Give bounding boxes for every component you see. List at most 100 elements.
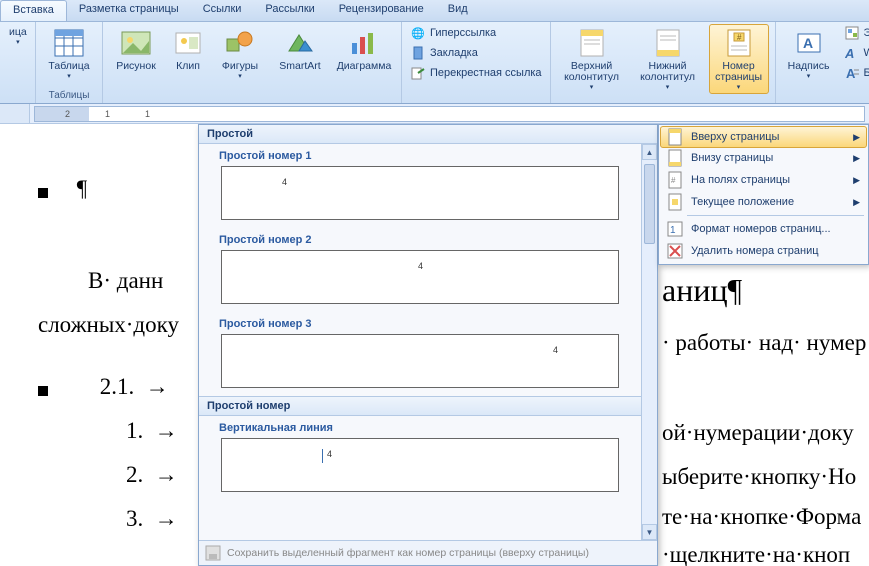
table-icon [53, 27, 85, 59]
tab-ssylki[interactable]: Ссылки [191, 0, 254, 21]
submenu-label: Удалить номера страниц [691, 245, 819, 257]
page-number-submenu: Вверху страницы ▶ Внизу страницы ▶ # На … [658, 124, 869, 265]
preview-page-number: 4 [322, 449, 332, 463]
gallery-item-4[interactable]: Вертикальная линия 4 [199, 416, 657, 500]
table-button[interactable]: Таблица ▾ [42, 24, 96, 83]
gallery-item-2[interactable]: Простой номер 2 4 [199, 228, 657, 312]
svg-text:A: A [845, 46, 854, 60]
gallery-item-title: Вертикальная линия [219, 422, 649, 434]
gallery-section-header: Простой номер [199, 396, 657, 416]
page-top-icon [665, 128, 685, 146]
gallery-save-selection: Сохранить выделенный фрагмент как номер … [199, 540, 657, 565]
submenu-top-of-page[interactable]: Вверху страницы ▶ [660, 126, 867, 148]
shapes-icon [224, 27, 256, 59]
tab-rassylki[interactable]: Рассылки [253, 0, 326, 21]
quickparts-button[interactable]: Экспресс-б [842, 24, 869, 42]
submenu-label: На полях страницы [691, 174, 790, 186]
doc-text: ыберите·кнопку·Но [662, 464, 856, 490]
submenu-page-margins[interactable]: # На полях страницы ▶ [661, 169, 866, 191]
wordart-button[interactable]: A WordArt [842, 44, 869, 62]
gallery-item-title: Простой номер 1 [219, 150, 649, 162]
tab-vid[interactable]: Вид [436, 0, 480, 21]
doc-text: аниц¶ [662, 272, 742, 309]
document-area[interactable]: ¶ В· данн сложных·доку 2.1. → 1. → 2. → … [0, 124, 869, 566]
shapes-button[interactable]: Фигуры ▾ [213, 24, 267, 83]
doc-text: ой·нумерации·доку [662, 420, 854, 446]
submenu-label: Формат номеров страниц... [691, 223, 831, 235]
preview-page-number: 4 [553, 345, 558, 355]
table-label: Таблица [48, 61, 89, 72]
header-icon [576, 27, 608, 59]
tab-arrow: → [155, 506, 178, 531]
tab-arrow: → [155, 418, 178, 443]
group-tables-label: Таблицы [42, 90, 96, 102]
list-number: 2.1. [100, 374, 135, 399]
svg-text:1: 1 [670, 225, 676, 236]
pilcrow: ¶ [77, 176, 87, 201]
doc-text: сложных·доку [38, 312, 179, 337]
crossref-button[interactable]: Перекрестная ссылка [408, 64, 544, 82]
chevron-down-icon: ▾ [737, 83, 741, 91]
gallery-scrollbar[interactable]: ▲ ▼ [641, 144, 657, 540]
clip-icon [172, 27, 204, 59]
tab-retsenz[interactable]: Рецензирование [327, 0, 436, 21]
scroll-up-icon[interactable]: ▲ [642, 144, 657, 160]
clip-button[interactable]: Клип [169, 24, 207, 75]
doc-text: ·щелкните·на·кноп [662, 542, 850, 566]
ribbon-tabs: Вставка Разметка страницы Ссылки Рассылк… [0, 0, 869, 22]
tab-razmetka[interactable]: Разметка страницы [67, 0, 191, 21]
doc-text: В· данн [88, 268, 163, 293]
chevron-down-icon: ▾ [666, 83, 670, 91]
doc-text: · работы· над· нумер [662, 330, 866, 356]
submenu-format-numbers[interactable]: 1 Формат номеров страниц... [661, 218, 866, 240]
quickparts-icon [844, 25, 860, 41]
footer-button[interactable]: Нижний колонтитул ▾ [633, 24, 703, 94]
header-button[interactable]: Верхний колонтитул ▾ [557, 24, 627, 94]
submenu-bottom-of-page[interactable]: Внизу страницы ▶ [661, 147, 866, 169]
smartart-icon [284, 27, 316, 59]
bookmark-button[interactable]: Закладка [408, 44, 544, 62]
footer-icon [652, 27, 684, 59]
picture-button[interactable]: Рисунок [109, 24, 163, 75]
svg-text:#: # [737, 33, 742, 42]
doc-text: те·на·кнопке·Форма [662, 504, 861, 530]
list-number: 1. [126, 418, 143, 443]
ribbon: ица ▾ Таблица ▾ Таблицы Рисунок [0, 22, 869, 104]
page-preview: 4 [221, 250, 619, 304]
footer-label: Нижний колонтитул [636, 61, 700, 83]
chevron-right-icon: ▶ [853, 175, 860, 186]
hyperlink-button[interactable]: 🌐 Гиперссылка [408, 24, 544, 42]
chevron-down-icon: ▾ [67, 72, 71, 80]
smartart-button[interactable]: SmartArt [273, 24, 327, 75]
tab-vstavka[interactable]: Вставка [0, 0, 67, 21]
scroll-down-icon[interactable]: ▼ [642, 524, 657, 540]
page-bottom-icon [665, 149, 685, 167]
gallery-item-1[interactable]: Простой номер 1 4 [199, 144, 657, 228]
chart-button[interactable]: Диаграмма [333, 24, 395, 75]
textbox-button[interactable]: A Надпись ▾ [782, 24, 836, 83]
page-number-button[interactable]: # Номер страницы ▾ [709, 24, 769, 94]
submenu-label: Внизу страницы [691, 152, 773, 164]
chevron-down-icon: ▾ [807, 72, 811, 80]
preview-page-number: 4 [418, 261, 423, 271]
picture-icon [120, 27, 152, 59]
clip-label: Клип [176, 61, 200, 72]
gallery-item-title: Простой номер 3 [219, 318, 649, 330]
gallery-item-3[interactable]: Простой номер 3 4 [199, 312, 657, 396]
bullet-icon [38, 188, 48, 198]
page-preview: 4 [221, 334, 619, 388]
dropcap-button[interactable]: A Буквица ▾ [842, 64, 869, 82]
bullet-icon [38, 386, 48, 396]
scrollbar-thumb[interactable] [644, 164, 655, 244]
textbox-label: Надпись [788, 61, 830, 72]
pages-button-partial[interactable]: ица ▾ [6, 24, 30, 49]
horizontal-ruler[interactable]: 1 2 1 [34, 106, 865, 122]
chart-icon [348, 27, 380, 59]
svg-text:A: A [803, 35, 813, 51]
submenu-label: Текущее положение [691, 196, 794, 208]
bookmark-icon [410, 45, 426, 61]
header-label: Верхний колонтитул [560, 61, 624, 83]
dropcap-icon: A [844, 65, 860, 81]
submenu-current-position[interactable]: Текущее положение ▶ [661, 191, 866, 213]
submenu-remove-numbers[interactable]: Удалить номера страниц [661, 240, 866, 262]
